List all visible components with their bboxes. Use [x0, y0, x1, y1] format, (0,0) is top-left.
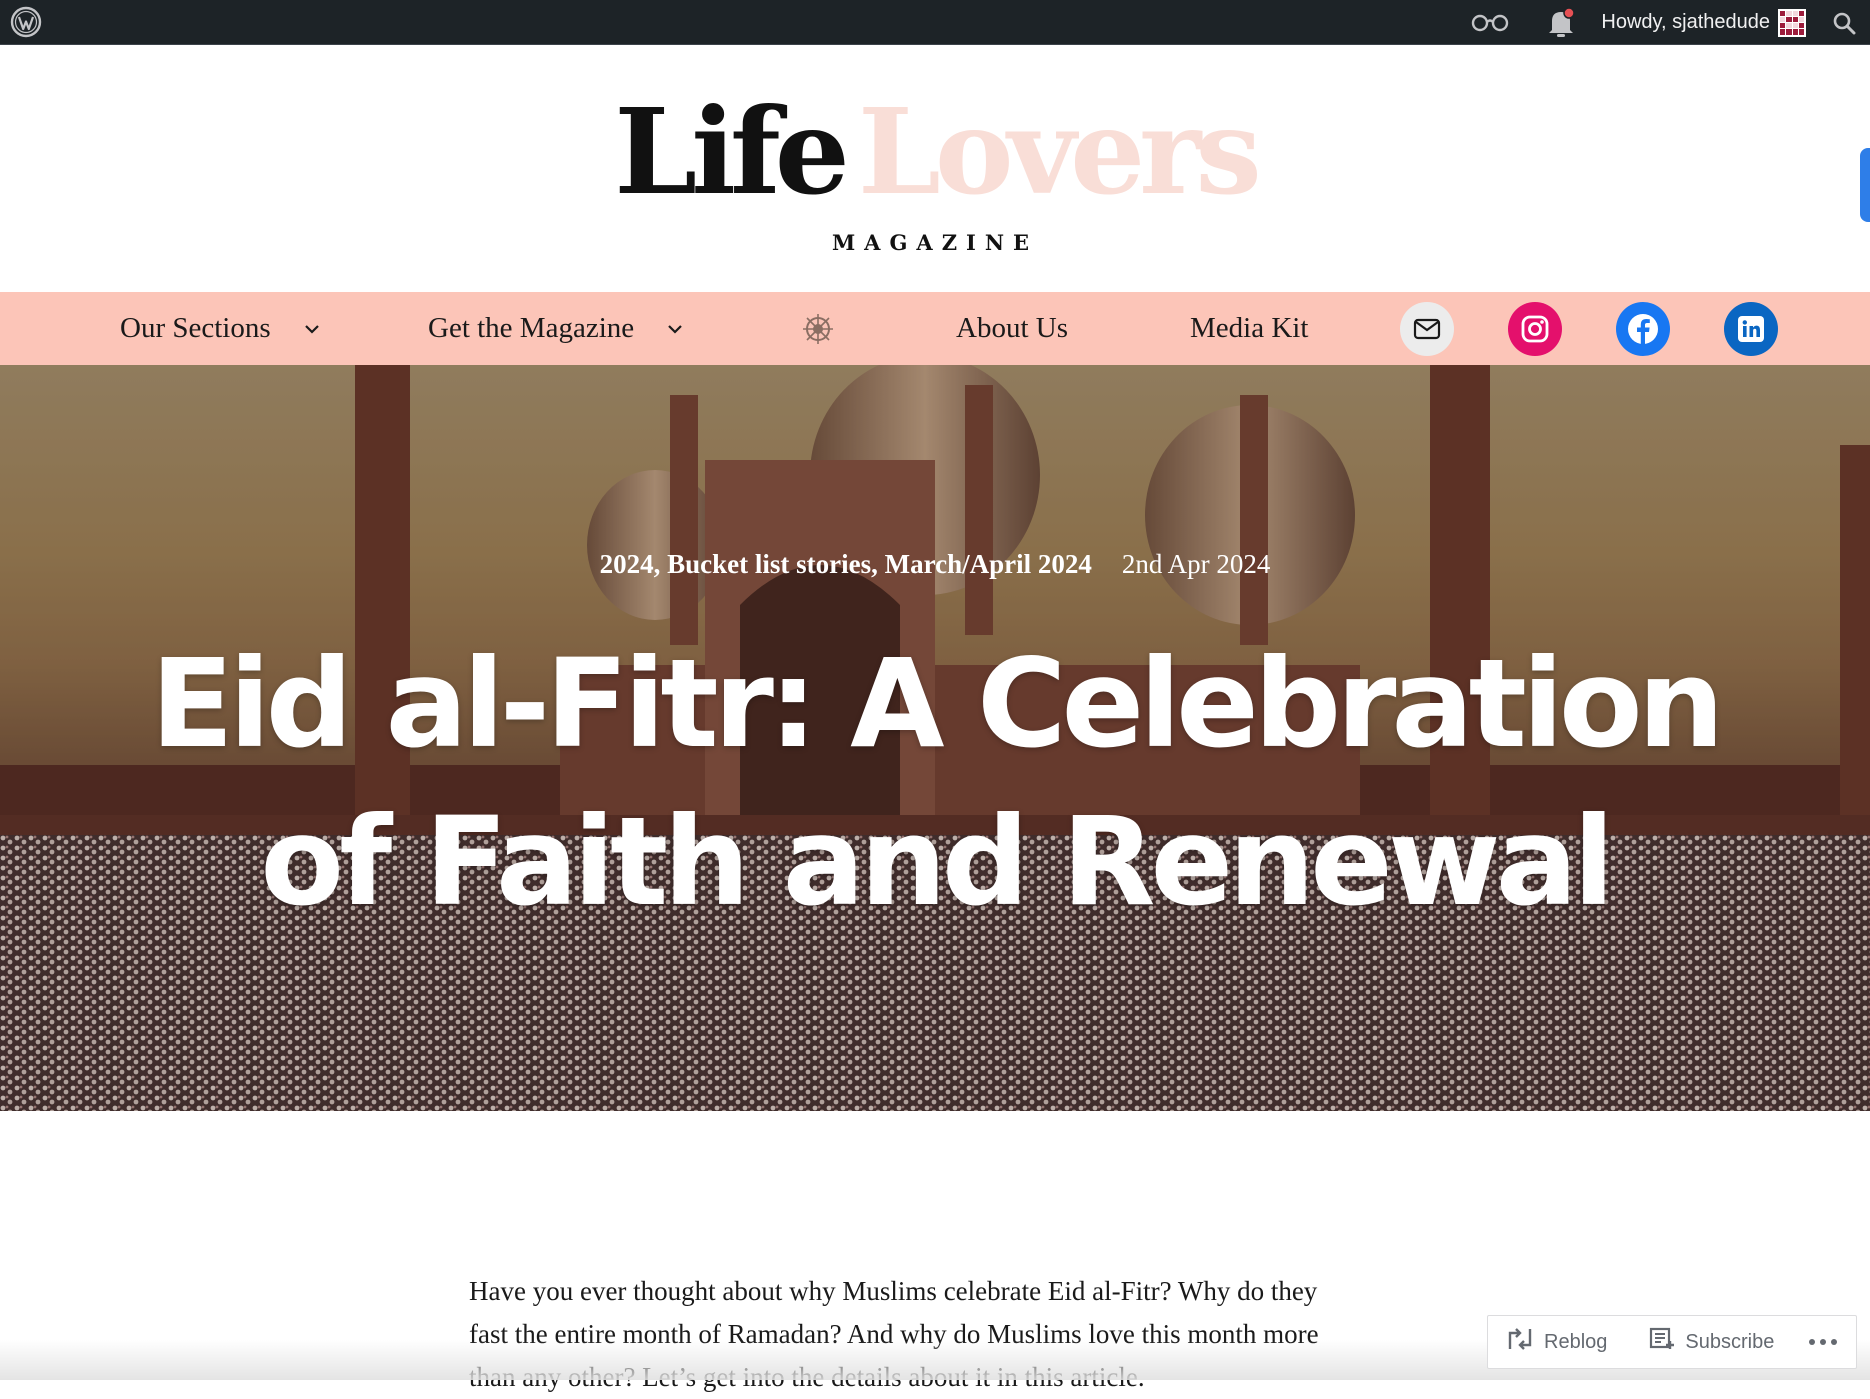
post-date: 2nd Apr 2024	[1121, 549, 1271, 579]
post-title-line: of Faith and Renewal	[260, 791, 1614, 933]
action-bar: Reblog Subscribe	[1487, 1315, 1857, 1369]
nav-item-label: Get the Magazine	[428, 312, 635, 344]
hero-image: 2024, Bucket list stories, March/April 2…	[0, 365, 1870, 1111]
reblog-label: Reblog	[1544, 1330, 1608, 1353]
post-title-line: Eid al-Fitr: A Celebration	[150, 633, 1724, 775]
chevron-down-icon[interactable]	[666, 320, 684, 338]
main-navigation: Our Sections Get the Magazine About Us M…	[0, 292, 1870, 365]
wordpress-icon[interactable]	[10, 6, 42, 38]
mail-icon[interactable]	[1400, 302, 1454, 356]
nav-item-label: About Us	[956, 312, 1068, 344]
logo-word-lovers: Lovers	[857, 82, 1262, 221]
nav-item-about-us[interactable]: About Us	[956, 292, 1068, 365]
ellipsis-icon[interactable]	[1808, 1338, 1838, 1346]
subscribe-icon	[1649, 1327, 1675, 1357]
avatar[interactable]	[1778, 8, 1806, 37]
nav-item-get-the-magazine[interactable]: Get the Magazine	[428, 292, 684, 365]
post-meta: 2024, Bucket list stories, March/April 2…	[0, 549, 1870, 580]
logo-word-life: Life	[614, 82, 850, 221]
nav-item-label: Our Sections	[120, 312, 271, 344]
reader-glasses-icon[interactable]	[1471, 14, 1509, 32]
nav-item-our-sections[interactable]: Our Sections	[120, 292, 321, 365]
site-logo[interactable]: Life Lovers	[0, 93, 1870, 211]
linkedin-icon[interactable]	[1724, 302, 1778, 356]
search-icon[interactable]	[1832, 11, 1856, 35]
nav-item-label: Media Kit	[1190, 312, 1309, 344]
subscribe-label: Subscribe	[1685, 1330, 1775, 1353]
article-line: Have you ever thought about why Muslims …	[469, 1276, 1318, 1306]
subscribe-button[interactable]: Subscribe	[1649, 1327, 1774, 1357]
instagram-icon[interactable]	[1508, 302, 1562, 356]
side-feedback-tab[interactable]	[1860, 148, 1870, 222]
bell-icon[interactable]	[1547, 6, 1576, 39]
post-categories[interactable]: 2024, Bucket list stories, March/April 2…	[600, 549, 1092, 579]
compass-emblem-icon[interactable]	[801, 292, 835, 365]
nav-item-media-kit[interactable]: Media Kit	[1190, 292, 1308, 365]
site-header: Life Lovers MAGAZINE	[0, 45, 1870, 292]
chevron-down-icon[interactable]	[303, 320, 321, 338]
site-tagline: MAGAZINE	[831, 230, 1039, 255]
reblog-icon	[1506, 1327, 1534, 1357]
reblog-button[interactable]: Reblog	[1506, 1327, 1607, 1357]
facebook-icon[interactable]	[1616, 302, 1670, 356]
howdy-greeting[interactable]: Howdy, sjathedude	[1601, 11, 1770, 34]
admin-bar: Howdy, sjathedude	[0, 0, 1870, 45]
post-title: Eid al-Fitr: A Celebration of Faith and …	[60, 625, 1810, 941]
